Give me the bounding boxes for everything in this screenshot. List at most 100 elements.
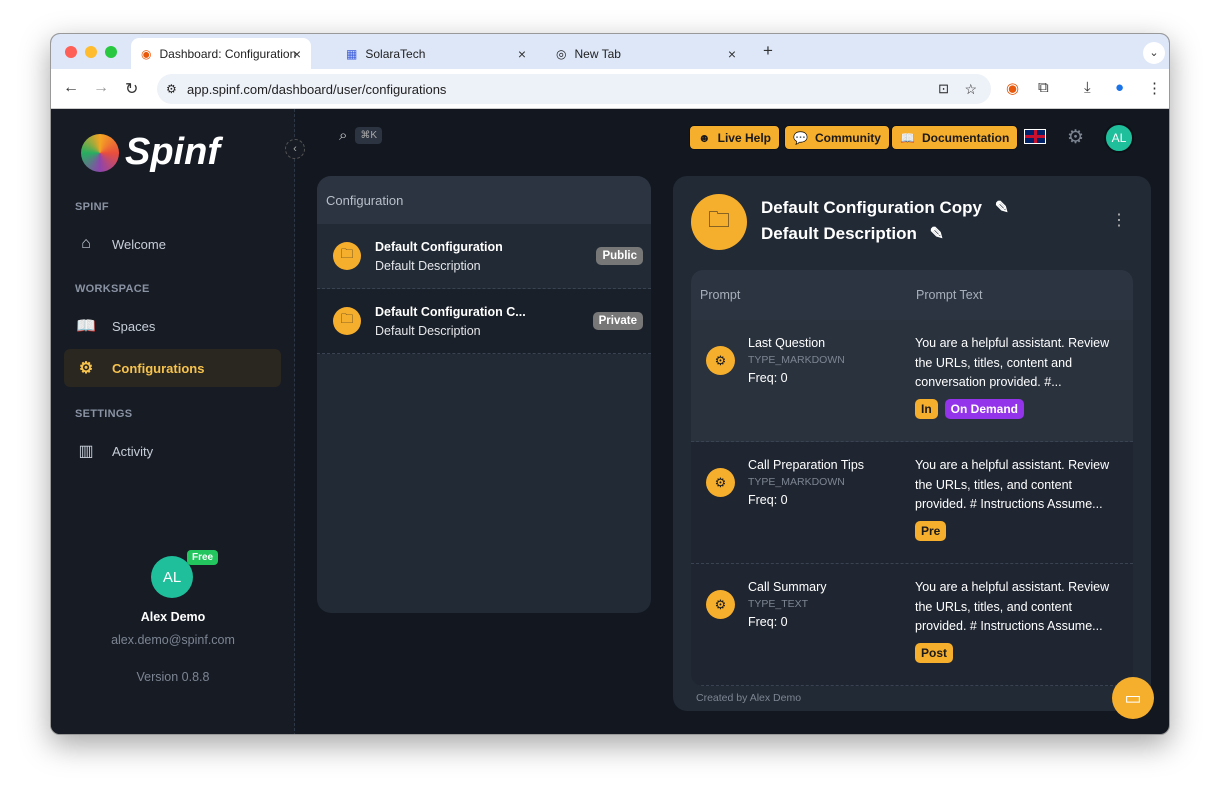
config-name: Default Configuration Copy ✎	[761, 198, 1009, 218]
config-description: Default Description	[375, 258, 481, 273]
edit-description-pencil-icon[interactable]: ✎	[930, 224, 944, 243]
config-list-item[interactable]: 🗀 Default Configuration Default Descriptio…	[317, 224, 651, 289]
live-help-button[interactable]: ☻ Live Help	[689, 125, 780, 150]
collapse-sidebar-button[interactable]: ‹	[285, 139, 305, 159]
chameleon-logo-icon	[81, 133, 119, 172]
config-description-text: Default Description	[761, 224, 917, 243]
config-name-text: Default Configuration Copy	[761, 198, 982, 217]
prompt-gear-icon: ⚙	[706, 590, 735, 619]
spinf-favicon-icon: ◉	[141, 46, 152, 61]
table-row[interactable]: ⚙ Call Summary TYPE_TEXT Freq: 0 You are…	[691, 564, 1133, 686]
config-title: Default Configuration	[375, 239, 503, 254]
folder-gear-icon: 🗀	[333, 242, 361, 270]
created-by: Created by Alex Demo	[696, 692, 802, 704]
tab-bar: ◉ Dashboard: Configuration × ▦ SolaraTech × …	[51, 34, 1169, 69]
prompt-gear-icon: ⚙	[706, 468, 735, 497]
section-label: SETTINGS	[75, 408, 133, 420]
bookmark-star-icon[interactable]: ☆	[964, 81, 977, 98]
prompt-name: Last Question	[748, 336, 826, 350]
user-email: alex.demo@spinf.com	[111, 633, 235, 647]
table-row[interactable]: ⚙ Last Question TYPE_MARKDOWN Freq: 0 Yo…	[691, 320, 1133, 442]
tag-list: In On Demand	[915, 399, 1025, 419]
sidebar-item-label: Spaces	[112, 318, 156, 334]
sidebar-item-spaces[interactable]: 📖 Spaces	[64, 307, 281, 345]
table-row[interactable]: ⚙ Call Preparation Tips TYPE_MARKDOWN Fr…	[691, 442, 1133, 564]
visibility-badge: Private	[592, 312, 643, 330]
tab-solaratech[interactable]: ▦ SolaraTech ×	[336, 38, 536, 69]
back-button[interactable]: ←	[63, 79, 79, 97]
minimize-window-button[interactable]	[85, 46, 97, 58]
column-header-prompt-text: Prompt Text	[916, 288, 983, 302]
config-list-item[interactable]: 🗀 Default Configuration C... Default Descr…	[317, 289, 651, 354]
new-tab-button[interactable]: +	[763, 41, 773, 61]
chat-support-button[interactable]: ▭	[1112, 677, 1154, 719]
prompt-text: You are a helpful assistant. Review the …	[915, 336, 1110, 389]
chat-icon: ▭	[1124, 687, 1142, 708]
prompt-type: TYPE_TEXT	[748, 598, 809, 610]
book-icon: 📖	[76, 318, 96, 335]
folder-gear-icon: 🗀	[333, 307, 361, 335]
tab-label: New Tab	[574, 46, 621, 61]
header-avatar[interactable]: AL	[1104, 123, 1134, 153]
visibility-badge: Public	[596, 247, 643, 265]
sidebar-item-label: Configurations	[112, 360, 205, 376]
tab-label: SolaraTech	[365, 46, 426, 61]
user-name: Alex Demo	[140, 610, 206, 624]
spinf-logo[interactable]: Spinf	[81, 131, 220, 174]
extensions-icon[interactable]: ⧉	[1038, 79, 1049, 96]
download-icon[interactable]: ⤓	[1084, 79, 1091, 96]
config-title: Default Configuration C...	[375, 304, 526, 319]
maximize-window-button[interactable]	[105, 46, 117, 58]
logo-text: Spinf	[125, 131, 220, 173]
search-icon: ⌕	[339, 127, 348, 144]
tag-list: Pre	[915, 521, 947, 541]
solaratech-favicon-icon: ▦	[346, 46, 358, 61]
shortcut-badge: ⌘K	[355, 127, 383, 144]
close-window-button[interactable]	[65, 46, 77, 58]
reload-button[interactable]: ↻	[125, 79, 138, 99]
tab-dashboard[interactable]: ◉ Dashboard: Configuration ×	[131, 38, 311, 69]
tag-list: Post	[915, 643, 954, 663]
stage-tag: Pre	[915, 521, 947, 541]
install-app-icon[interactable]: ⊡	[938, 81, 949, 97]
tab-search-button[interactable]: ⌄	[1143, 42, 1165, 64]
forward-button[interactable]: →	[93, 79, 109, 97]
browser-menu-icon[interactable]: ⋮	[1147, 79, 1162, 97]
chrome-icon: ◎	[556, 46, 567, 61]
extension-spinf-icon[interactable]: ◉	[1006, 79, 1019, 97]
close-tab-icon[interactable]: ×	[293, 46, 301, 62]
section-label: WORKSPACE	[75, 283, 150, 295]
documentation-button[interactable]: 📖 Documentation	[891, 125, 1019, 150]
close-tab-icon[interactable]: ×	[518, 46, 526, 62]
folder-gear-icon: 🗀	[691, 194, 747, 250]
edit-title-pencil-icon[interactable]: ✎	[995, 198, 1009, 217]
button-label: Community	[814, 130, 881, 145]
gear-icon: ⚙	[78, 360, 94, 377]
sidebar-item-welcome[interactable]: ⌂ Welcome	[64, 225, 281, 263]
settings-gear-icon[interactable]: ⚙	[1067, 126, 1084, 149]
uk-flag-language-icon[interactable]	[1024, 129, 1046, 144]
app-version: Version 0.8.8	[136, 670, 210, 684]
sidebar-item-activity[interactable]: ▥ Activity	[64, 432, 281, 470]
prompt-name: Call Preparation Tips	[748, 458, 865, 472]
prompt-frequency: Freq: 0	[748, 615, 788, 629]
close-tab-icon[interactable]: ×	[728, 46, 736, 62]
config-description: Default Description ✎	[761, 224, 944, 244]
prompt-text: You are a helpful assistant. Review the …	[915, 458, 1110, 511]
browser-window: ◉ Dashboard: Configuration × ▦ SolaraTech × …	[50, 33, 1170, 735]
search-button[interactable]: ⌕ ⌘K	[339, 127, 383, 144]
url-input[interactable]: ⚙ app.spinf.com/dashboard/user/configurat…	[157, 74, 991, 104]
section-label: SPINF	[75, 201, 109, 213]
prompt-name: Call Summary	[748, 580, 827, 594]
button-label: Live Help	[717, 130, 771, 145]
community-button[interactable]: 💬 Community	[784, 125, 890, 150]
profile-icon[interactable]: ●	[1115, 79, 1124, 96]
configuration-list-panel: Configuration 🗀 Default Configuration Defa…	[317, 176, 651, 613]
prompts-table: Prompt Prompt Text ⚙ Last Question TYPE_M…	[691, 270, 1133, 686]
speech-bubble-icon: 💬	[793, 130, 808, 145]
sidebar-item-configurations[interactable]: ⚙ Configurations	[64, 349, 281, 387]
stage-tag: In	[915, 399, 938, 419]
more-options-icon[interactable]: ⋮	[1111, 210, 1127, 230]
tab-new[interactable]: ◎ New Tab ×	[546, 38, 746, 69]
site-settings-icon[interactable]: ⚙	[166, 82, 177, 96]
